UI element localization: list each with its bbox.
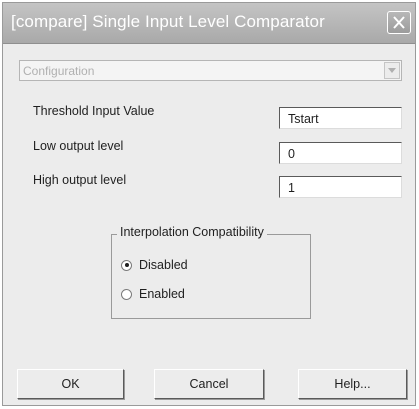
dropdown-arrow-button[interactable] <box>384 62 400 79</box>
configuration-dropdown-value: Configuration <box>23 64 95 78</box>
close-button[interactable] <box>387 11 411 34</box>
title-bar[interactable]: [compare] Single Input Level Comparator <box>3 3 415 44</box>
interpolation-group <box>111 234 311 319</box>
radio-enabled-label[interactable]: Enabled <box>139 287 185 301</box>
dialog-window: [compare] Single Input Level Comparator … <box>2 2 416 406</box>
radio-disabled-label[interactable]: Disabled <box>139 258 188 272</box>
radio-enabled[interactable]: Enabled <box>121 287 185 301</box>
threshold-input-label: Threshold Input Value <box>33 104 155 118</box>
chevron-down-icon <box>388 68 396 73</box>
close-icon <box>393 16 405 29</box>
radio-disabled-button[interactable] <box>121 259 132 271</box>
window-title: [compare] Single Input Level Comparator <box>11 12 325 31</box>
interpolation-group-title: Interpolation Compatibility <box>117 225 267 239</box>
high-output-field[interactable] <box>279 176 402 198</box>
threshold-input-field[interactable] <box>279 107 402 129</box>
cancel-button[interactable]: Cancel <box>154 369 264 399</box>
configuration-dropdown[interactable]: Configuration <box>19 60 402 81</box>
low-output-label: Low output level <box>33 139 124 153</box>
radio-disabled[interactable]: Disabled <box>121 258 188 272</box>
high-output-label: High output level <box>33 173 127 187</box>
ok-button[interactable]: OK <box>17 369 124 399</box>
radio-enabled-button[interactable] <box>121 288 132 300</box>
low-output-field[interactable] <box>279 142 402 164</box>
help-button[interactable]: Help... <box>298 369 407 399</box>
